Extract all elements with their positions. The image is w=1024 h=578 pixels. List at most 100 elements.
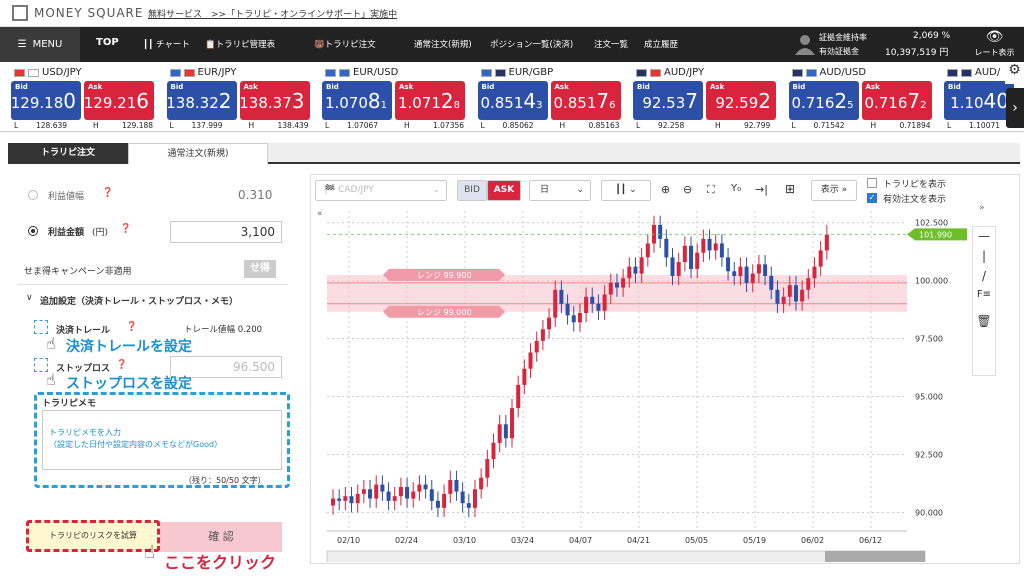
memo-char-count: （残り：50/50 文字） <box>184 476 266 485</box>
nav-trarepi-table-label: トラリピ管理表 <box>215 40 276 50</box>
high-label: H <box>870 121 877 130</box>
ask-button[interactable]: Ask 129.216 <box>84 81 154 120</box>
candle-body <box>732 271 737 276</box>
candle-body <box>411 491 416 499</box>
ask-button[interactable]: Ask 1.07128 <box>395 81 465 120</box>
add-indicator-icon[interactable]: ⊞ <box>785 182 795 196</box>
price-chart[interactable]: レンジ 99.900レンジ 99.000 90.00092.50095.0009… <box>319 207 969 562</box>
menu-button[interactable]: ☰ MENU <box>0 27 80 62</box>
bid-button[interactable]: Bid 1.1040 <box>944 81 1014 120</box>
chart-type-select[interactable]: ┃┃ ⌄ <box>601 180 651 201</box>
candle-body <box>664 238 669 258</box>
show-orders-checkbox[interactable]: ✓ <box>867 193 877 203</box>
help-icon[interactable]: ❓ <box>120 224 131 234</box>
nav-trarepi-order[interactable]: 🐻トラリピ注文 <box>314 38 376 50</box>
show-trarepi-checkbox[interactable] <box>867 178 877 188</box>
vertical-line-icon[interactable]: | <box>973 249 995 263</box>
x-tick-label: 05/05 <box>685 536 708 545</box>
announcement-link[interactable]: 無料サービス >>「トラリピ・オンラインサポート」実施中 <box>148 7 397 20</box>
candle-body <box>584 296 589 314</box>
nav-orders[interactable]: 注文一覧 <box>594 38 628 50</box>
horizontal-line-icon[interactable]: — <box>973 229 995 243</box>
ask-button[interactable]: Ask 138.373 <box>239 81 310 120</box>
nav-trarepi-table[interactable]: 📋トラリピ管理表 <box>205 38 275 50</box>
x-tick-label: 02/24 <box>395 536 418 545</box>
rate-display-toggle[interactable]: 👁 レート表示 <box>965 27 1024 62</box>
help-icon[interactable]: ❓ <box>126 322 137 332</box>
currency-pair: EUR/GBP <box>480 67 553 78</box>
candle-icon: ┃┃ <box>143 40 154 50</box>
jump-latest-icon[interactable]: →| <box>755 183 768 196</box>
tab-new-order[interactable]: 通常注文(新規) <box>128 143 268 164</box>
ask-button[interactable]: Ask 0.85176 <box>550 81 621 120</box>
additional-settings-toggle[interactable]: 追加設定（決済トレール・ストップロス・メモ） <box>40 294 238 307</box>
trash-icon[interactable]: 🗑 <box>973 314 995 328</box>
nav-trarepi-order-label: トラリピ注文 <box>324 40 376 50</box>
price-label-icon[interactable]: Y₀ <box>731 183 741 194</box>
display-menu-button[interactable]: 表示 » <box>811 180 857 201</box>
candle-body <box>417 484 422 492</box>
flag-icon <box>947 68 958 77</box>
candle-body <box>571 315 576 323</box>
profit-width-radio[interactable] <box>28 190 38 200</box>
nav-new-order[interactable]: 通常注文(新規) <box>414 38 472 50</box>
candle-body <box>614 282 619 288</box>
logo-mark <box>12 5 28 21</box>
pair-select[interactable]: 🏁 CAD/JPY ⌄ <box>315 180 447 201</box>
stop-annotation: ストップロスを設定 <box>66 376 192 392</box>
zoom-out-icon[interactable]: ⊖ <box>683 183 692 196</box>
nav-positions[interactable]: ポジション一覧(決済) <box>490 38 573 50</box>
ask-price: 1.07128 <box>397 89 460 113</box>
bid-button[interactable]: Bid 129.180 <box>11 81 81 120</box>
order-tabs: トラリピ注文 通常注文(新規) <box>8 143 1020 164</box>
candle-body <box>806 278 811 290</box>
candle-body <box>547 317 552 330</box>
bid-button[interactable]: Bid 0.85143 <box>477 81 548 120</box>
user-icon[interactable] <box>795 33 815 55</box>
candle-body <box>466 503 471 508</box>
profit-amount-radio[interactable] <box>28 226 38 236</box>
candle-body <box>386 491 391 501</box>
flag-icon <box>14 68 25 77</box>
bid-button[interactable]: Bid 92.537 <box>633 81 703 120</box>
bid-toggle[interactable]: BID <box>457 180 487 201</box>
nav-history[interactable]: 成立履歴 <box>644 38 678 50</box>
pair-label: EUR/JPY <box>197 67 237 78</box>
confirm-button[interactable]: 確 認 <box>160 522 282 552</box>
rate-settings-gear-icon[interactable]: ⚙ <box>1005 62 1024 84</box>
nav-chart[interactable]: ┃┃ チャート <box>143 38 190 50</box>
bid-button[interactable]: Bid 138.322 <box>166 81 237 120</box>
bid-button[interactable]: Bid 0.71625 <box>788 81 859 120</box>
candle-body <box>442 493 447 508</box>
ask-button[interactable]: Ask 0.71672 <box>861 81 932 120</box>
zoom-in-icon[interactable]: ⊕ <box>661 183 670 196</box>
candle-body <box>602 294 607 311</box>
candle-body <box>485 459 490 478</box>
x-tick-label: 06/12 <box>859 536 882 545</box>
ask-toggle[interactable]: ASK <box>487 180 521 201</box>
divider <box>18 284 288 285</box>
trail-checkbox[interactable] <box>34 320 48 334</box>
show-trarepi-label: トラリピを表示 <box>883 180 947 190</box>
help-icon[interactable]: ❓ <box>102 188 113 198</box>
risk-simulation-button[interactable]: トラリピのリスクを試算 <box>26 520 160 552</box>
fibonacci-icon[interactable]: F≡ <box>973 289 995 300</box>
ask-button[interactable]: Ask 92.592 <box>706 81 776 120</box>
nav-top[interactable]: TOP <box>96 37 119 48</box>
collapse-right-icon[interactable]: » <box>979 203 985 213</box>
profit-amount-input[interactable]: 3,100 <box>170 221 282 243</box>
rate-card-eur-gbp: EUR/GBP Bid 0.85143 Ask 0.85176 L 0.85062 … <box>467 62 622 132</box>
fit-icon[interactable]: ⛶ <box>707 183 715 197</box>
timeframe-select[interactable]: 日 ⌄ <box>529 180 591 201</box>
tab-trarepi-order[interactable]: トラリピ注文 <box>8 143 128 164</box>
bid-button[interactable]: Bid 1.07081 <box>322 81 392 120</box>
campaign-status: せま得キャンペーン非適用 <box>24 267 132 277</box>
chevron-down-icon[interactable]: ∨ <box>26 293 33 303</box>
rates-next-chevron-icon[interactable]: › <box>1006 88 1024 128</box>
memo-textarea[interactable]: トラリピメモを入力 （設定した日付や設定内容のメモなどがGood） <box>42 410 282 470</box>
help-icon[interactable]: ❓ <box>116 360 127 370</box>
bid-price: 0.71625 <box>791 89 854 113</box>
brand-logo[interactable]: MONEY SQUARE <box>12 5 143 21</box>
trend-line-icon[interactable]: / <box>973 269 995 283</box>
low-value: 0.85062 <box>502 121 534 130</box>
